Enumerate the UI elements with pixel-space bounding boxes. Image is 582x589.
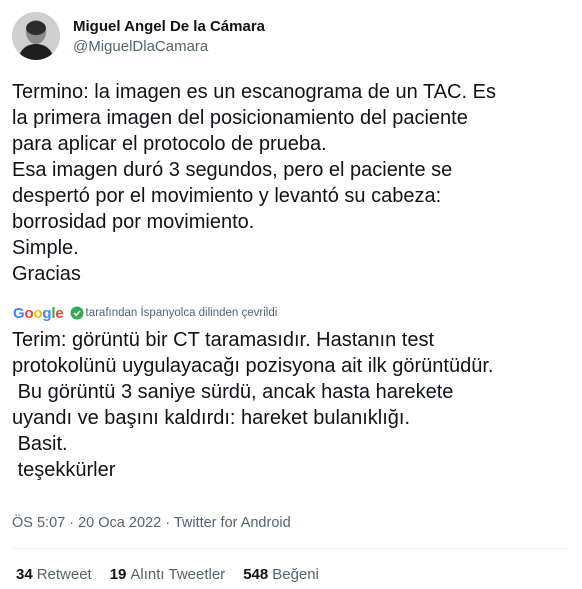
translation-attribution: Google tarafından İspanyolca dilinden çe… bbox=[13, 304, 277, 322]
retweet-count[interactable]: 34 Retweet bbox=[16, 565, 92, 585]
verified-check-icon bbox=[70, 306, 83, 320]
tweet-original-text: Termino: la imagen es un escanograma de … bbox=[12, 81, 496, 285]
avatar[interactable] bbox=[12, 12, 60, 60]
tweet-header: Miguel Angel De la Cámara @MiguelDlaCama… bbox=[12, 12, 265, 60]
meta-separator: · bbox=[69, 515, 75, 531]
quote-tweets-count[interactable]: 19 Alıntı Tweetler bbox=[110, 565, 225, 585]
tweet-translated-text: Terim: görüntü bir CT taramasıdır. Hasta… bbox=[12, 329, 494, 481]
translation-attribution-text: tarafından İspanyolca dilinden çevrildi bbox=[85, 307, 278, 319]
tweet-detail: Miguel Angel De la Cámara @MiguelDlaCama… bbox=[0, 0, 582, 589]
retweet-count-value: 34 bbox=[16, 566, 33, 583]
tweet-meta: ÖS 5:07 · 20 Oca 2022 · Twitter for Andr… bbox=[12, 513, 291, 533]
likes-count-label: Beğeni bbox=[272, 566, 319, 583]
author-display-name[interactable]: Miguel Angel De la Cámara bbox=[73, 17, 265, 37]
meta-separator: · bbox=[165, 515, 171, 531]
quote-tweets-count-label: Alıntı Tweetler bbox=[130, 566, 226, 583]
author-handle[interactable]: @MiguelDlaCamara bbox=[73, 37, 265, 57]
tweet-date[interactable]: 20 Oca 2022 bbox=[78, 515, 161, 531]
author-names: Miguel Angel De la Cámara @MiguelDlaCama… bbox=[73, 15, 265, 57]
avatar-photo-icon bbox=[12, 12, 60, 60]
divider bbox=[12, 548, 570, 549]
quote-tweets-count-value: 19 bbox=[109, 566, 127, 583]
tweet-time[interactable]: ÖS 5:07 bbox=[12, 515, 65, 531]
likes-count-value: 548 bbox=[243, 566, 269, 583]
tweet-source[interactable]: Twitter for Android bbox=[174, 515, 291, 531]
retweet-count-label: Retweet bbox=[36, 566, 92, 583]
likes-count[interactable]: 548 Beğeni bbox=[243, 565, 319, 585]
google-logo: Google bbox=[13, 304, 64, 322]
tweet-stats: 34 Retweet 19 Alıntı Tweetler 548 Beğeni bbox=[16, 565, 337, 585]
